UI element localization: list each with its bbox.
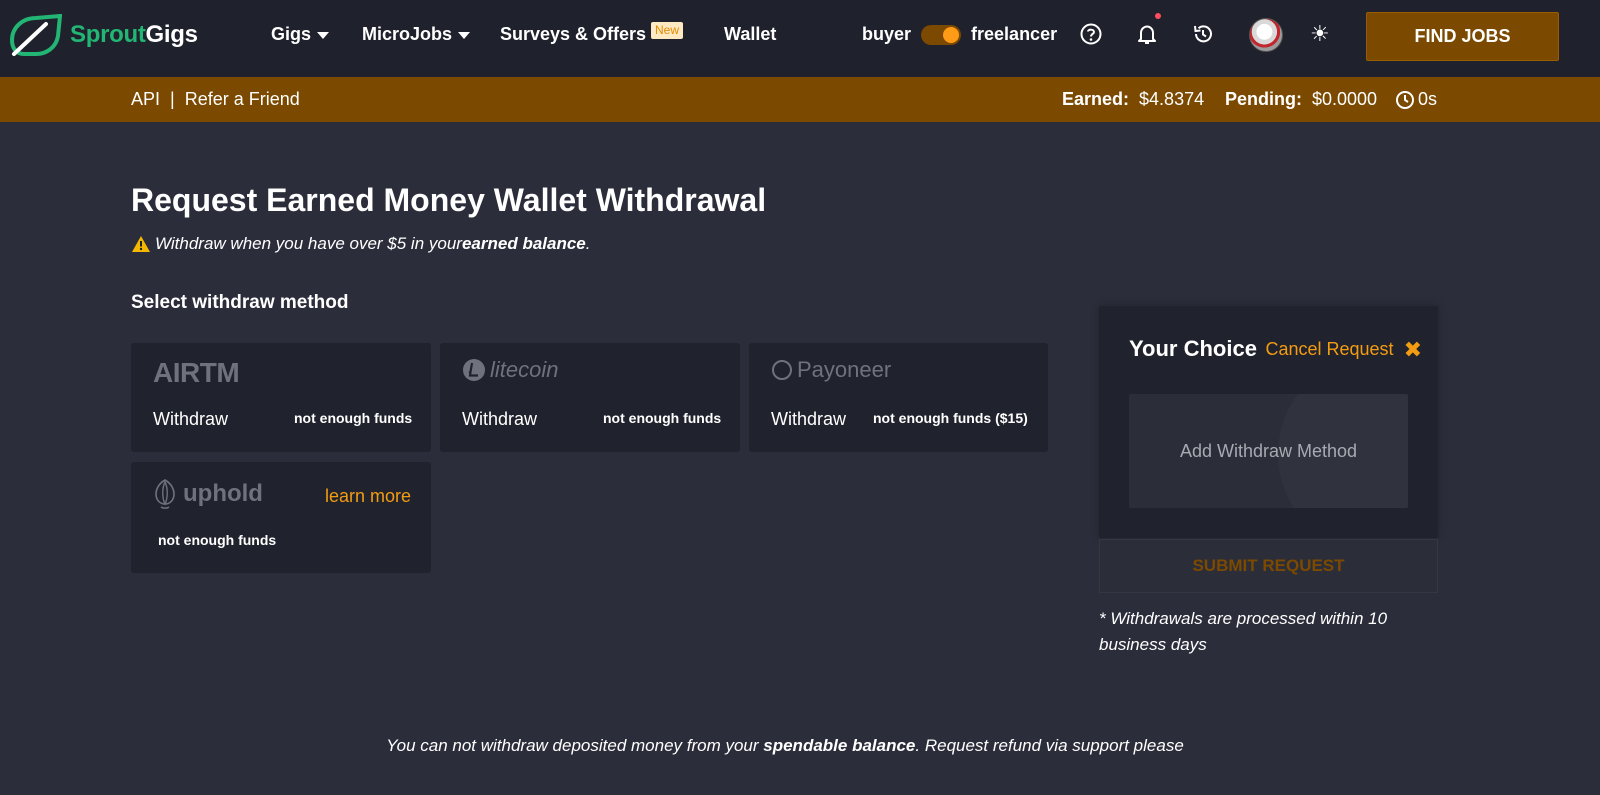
user-avatar[interactable]: [1249, 18, 1283, 52]
help-icon[interactable]: [1079, 22, 1103, 46]
method-card-uphold[interactable]: uphold learn more not enough funds: [131, 462, 431, 573]
payoneer-logo: Payoneer: [771, 357, 891, 383]
caret-down-icon: [458, 32, 471, 39]
caret-down-icon: [317, 32, 330, 39]
history-icon[interactable]: [1191, 22, 1215, 46]
processing-note: * Withdrawals are processed within 10 bu…: [1099, 609, 1388, 654]
nav-surveys-label: Surveys & Offers: [500, 24, 647, 44]
clock-icon: [1396, 90, 1414, 109]
warning-text: Withdraw when you have over $5 in your: [155, 234, 462, 253]
sprout-leaf-icon: [10, 14, 62, 56]
warning-text-bold: earned balance: [461, 234, 586, 253]
cancel-request-link[interactable]: Cancel Request ✖: [1265, 336, 1422, 362]
brand-name: SproutGigs: [70, 21, 198, 49]
footer-note-end: . Request refund via support please: [915, 736, 1184, 755]
airtm-logo-text: AIRTM: [153, 357, 240, 388]
brand-name-part2: Gigs: [145, 21, 198, 48]
payoneer-circle-icon: [772, 360, 792, 380]
close-icon: ✖: [1403, 336, 1422, 362]
uphold-logo-text: uphold: [183, 480, 263, 507]
method-status: not enough funds: [294, 410, 413, 426]
sub-links: API | Refer a Friend: [131, 89, 300, 110]
find-jobs-button[interactable]: FIND JOBS: [1366, 12, 1559, 61]
role-toggle[interactable]: [921, 24, 962, 45]
role-buyer-label: buyer: [862, 24, 912, 44]
role-freelancer-label: freelancer: [971, 24, 1058, 44]
uphold-learn-more-link[interactable]: learn more: [325, 486, 411, 507]
method-withdraw-label: Withdraw: [153, 409, 229, 429]
section-title: Select withdraw method: [131, 292, 349, 313]
link-separator: |: [170, 89, 175, 109]
nav-surveys-offers[interactable]: Surveys & Offers: [500, 24, 665, 45]
method-status: not enough funds ($15): [873, 410, 1028, 426]
nav-gigs[interactable]: Gigs: [271, 24, 330, 45]
withdraw-warning: Withdraw when you have over $5 in your e…: [131, 234, 590, 254]
pending-value: $0.0000: [1312, 89, 1378, 109]
method-withdraw-label: Withdraw: [771, 409, 847, 429]
timer-value: 0s: [1418, 89, 1438, 109]
toggle-knob: [943, 26, 960, 43]
nav-microjobs-label: MicroJobs: [362, 24, 453, 44]
your-choice-panel: Your Choice Cancel Request ✖ Add Withdra…: [1099, 306, 1438, 538]
footer-note-bold: spendable balance: [763, 736, 916, 755]
top-navbar: SproutGigs Gigs MicroJobs Surveys & Offe…: [0, 0, 1600, 77]
account-subbar: API | Refer a Friend Earned: $4.8374 Pen…: [0, 77, 1600, 122]
pending-balance: Pending: $0.0000: [1225, 89, 1377, 110]
new-badge: New: [651, 22, 684, 39]
role-switch: buyer freelancer: [862, 24, 1057, 45]
footer-note-text: You can not withdraw deposited money fro…: [386, 736, 764, 755]
airtm-logo: AIRTM: [153, 357, 240, 389]
method-withdraw-label: Withdraw: [462, 409, 538, 429]
notification-dot: [1155, 13, 1161, 19]
method-card-airtm[interactable]: AIRTM Withdraw not enough funds: [131, 343, 431, 452]
spendable-balance-note: You can not withdraw deposited money fro…: [0, 736, 1570, 756]
warning-icon: [132, 236, 150, 252]
cancel-request-label: Cancel Request: [1265, 339, 1394, 359]
nav-microjobs[interactable]: MicroJobs: [362, 24, 471, 45]
timer: 0s: [1395, 89, 1437, 110]
uphold-icon: [155, 479, 175, 509]
page-title: Request Earned Money Wallet Withdrawal: [131, 182, 767, 218]
payoneer-logo-text: Payoneer: [797, 357, 892, 382]
nav-wallet-label: Wallet: [724, 24, 777, 44]
brand-logo[interactable]: SproutGigs: [10, 14, 198, 56]
earned-balance: Earned: $4.8374: [1062, 89, 1204, 110]
bell-icon[interactable]: [1135, 22, 1159, 46]
add-withdraw-method-button[interactable]: Add Withdraw Method: [1129, 394, 1408, 508]
method-card-litecoin[interactable]: litecoin Withdraw not enough funds: [440, 343, 740, 452]
method-card-payoneer[interactable]: Payoneer Withdraw not enough funds ($15): [749, 343, 1048, 452]
choice-title: Your Choice: [1129, 336, 1257, 361]
nav-wallet[interactable]: Wallet: [724, 24, 776, 45]
api-link[interactable]: API: [131, 89, 160, 110]
submit-request-button[interactable]: SUBMIT REQUEST: [1099, 539, 1438, 593]
method-status: not enough funds: [158, 532, 277, 548]
earned-label: Earned:: [1062, 89, 1130, 109]
uphold-logo: uphold: [153, 478, 263, 510]
litecoin-logo-text: litecoin: [490, 357, 559, 382]
refer-friend-link[interactable]: Refer a Friend: [185, 89, 300, 110]
pending-label: Pending:: [1225, 89, 1302, 109]
nav-gigs-label: Gigs: [271, 24, 312, 44]
brand-name-part1: Sprout: [70, 21, 146, 48]
earned-value: $4.8374: [1139, 89, 1205, 109]
add-withdraw-method-label: Add Withdraw Method: [1179, 440, 1358, 461]
method-status: not enough funds: [603, 410, 722, 426]
warning-text-end: .: [585, 234, 591, 253]
theme-sun-icon[interactable]: ☀: [1310, 22, 1330, 46]
litecoin-logo: litecoin: [462, 357, 558, 383]
litecoin-icon: [463, 359, 485, 381]
